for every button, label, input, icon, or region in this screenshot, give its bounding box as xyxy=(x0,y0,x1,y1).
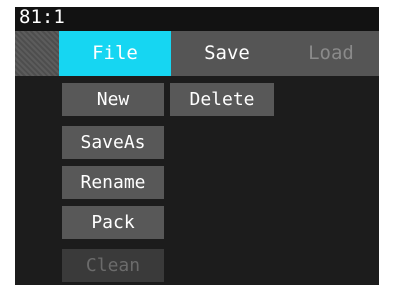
device-screen: 81:1 File Save Load New Delete SaveAs Re… xyxy=(15,7,379,285)
tab-load: Load xyxy=(283,31,379,76)
tab-file[interactable]: File xyxy=(59,31,171,76)
delete-button[interactable]: Delete xyxy=(170,83,274,116)
save-as-button[interactable]: SaveAs xyxy=(62,126,164,159)
clean-button: Clean xyxy=(62,249,164,282)
position-readout: 81:1 xyxy=(19,7,65,28)
tab-bar-pattern xyxy=(15,31,59,76)
status-bar: 81:1 xyxy=(15,7,379,31)
tab-bar: File Save Load xyxy=(15,31,379,76)
tab-save[interactable]: Save xyxy=(171,31,283,76)
pack-button[interactable]: Pack xyxy=(62,206,164,239)
new-button[interactable]: New xyxy=(62,83,164,116)
rename-button[interactable]: Rename xyxy=(62,166,164,199)
